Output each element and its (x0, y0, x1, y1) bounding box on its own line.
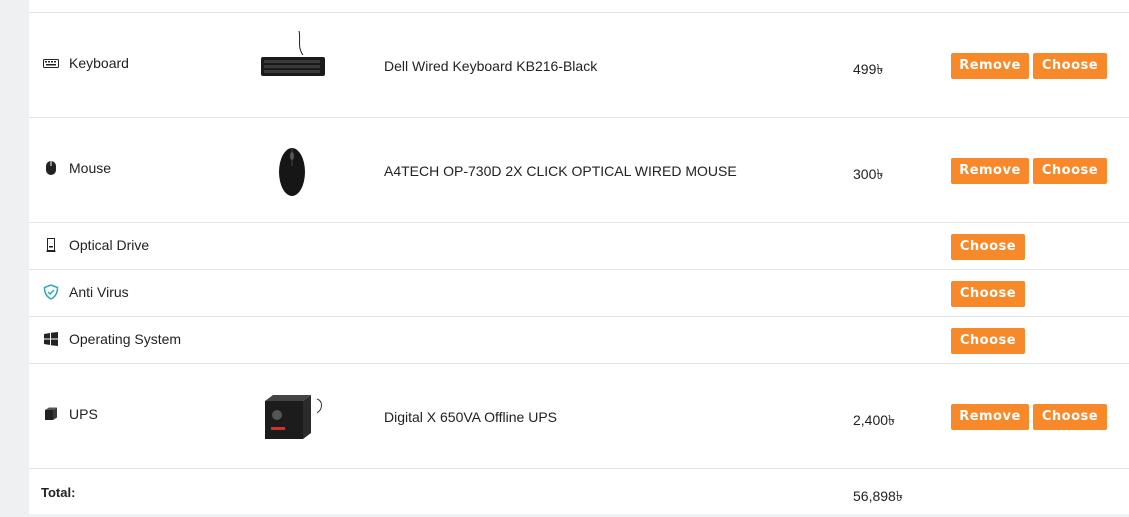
mouse-icon (43, 160, 59, 176)
product-image-mouse (255, 140, 329, 200)
shield-icon (43, 284, 59, 300)
component-label-keyboard: Keyboard (69, 55, 129, 71)
remove-button-ups[interactable]: Remove (951, 404, 1029, 430)
component-row-operating-system: Operating System Choose (29, 316, 1129, 364)
ups-icon (43, 406, 59, 422)
component-label-operating-system: Operating System (69, 331, 182, 347)
component-label-anti-virus: Anti Virus (69, 284, 129, 300)
component-row-ups: UPS Digital X 650VA Offline UPS 2,400৳ R… (29, 363, 1129, 469)
remove-button-mouse[interactable]: Remove (951, 158, 1029, 184)
keyboard-icon (43, 55, 59, 71)
optical-drive-icon (43, 237, 59, 253)
product-name-ups[interactable]: Digital X 650VA Offline UPS (384, 409, 557, 425)
choose-button-anti-virus[interactable]: Choose (951, 281, 1025, 307)
component-row-keyboard: Keyboard Dell Wired Keyboard KB216-Black… (29, 12, 1129, 118)
remove-button-keyboard[interactable]: Remove (951, 53, 1029, 79)
product-image-ups (255, 386, 329, 446)
component-label-mouse: Mouse (69, 160, 112, 176)
product-name-mouse[interactable]: A4TECH OP-730D 2X CLICK OPTICAL WIRED MO… (384, 163, 737, 179)
component-label-optical-drive: Optical Drive (69, 237, 150, 253)
page-gutter (0, 0, 29, 517)
total-price: 56,898৳ (853, 488, 903, 504)
choose-button-keyboard[interactable]: Choose (1033, 53, 1107, 79)
choose-button-mouse[interactable]: Choose (1033, 158, 1107, 184)
choose-button-ups[interactable]: Choose (1033, 404, 1107, 430)
windows-icon (43, 331, 59, 347)
product-price-ups: 2,400৳ (853, 412, 896, 428)
product-price-keyboard: 499৳ (853, 61, 884, 77)
choose-button-operating-system[interactable]: Choose (951, 328, 1025, 354)
component-row-mouse: Mouse A4TECH OP-730D 2X CLICK OPTICAL WI… (29, 117, 1129, 223)
component-label-ups: UPS (69, 406, 98, 422)
component-row-optical-drive: Optical Drive Choose (29, 222, 1129, 270)
choose-button-optical-drive[interactable]: Choose (951, 234, 1025, 260)
component-row-anti-virus: Anti Virus Choose (29, 269, 1129, 317)
total-label: Total: (41, 485, 76, 500)
total-row: Total: 56,898৳ (29, 468, 1129, 514)
product-name-keyboard[interactable]: Dell Wired Keyboard KB216-Black (384, 58, 597, 74)
product-price-mouse: 300৳ (853, 166, 884, 182)
product-image-keyboard (255, 27, 329, 87)
pc-builder-component-list: Keyboard Dell Wired Keyboard KB216-Black… (29, 0, 1129, 514)
